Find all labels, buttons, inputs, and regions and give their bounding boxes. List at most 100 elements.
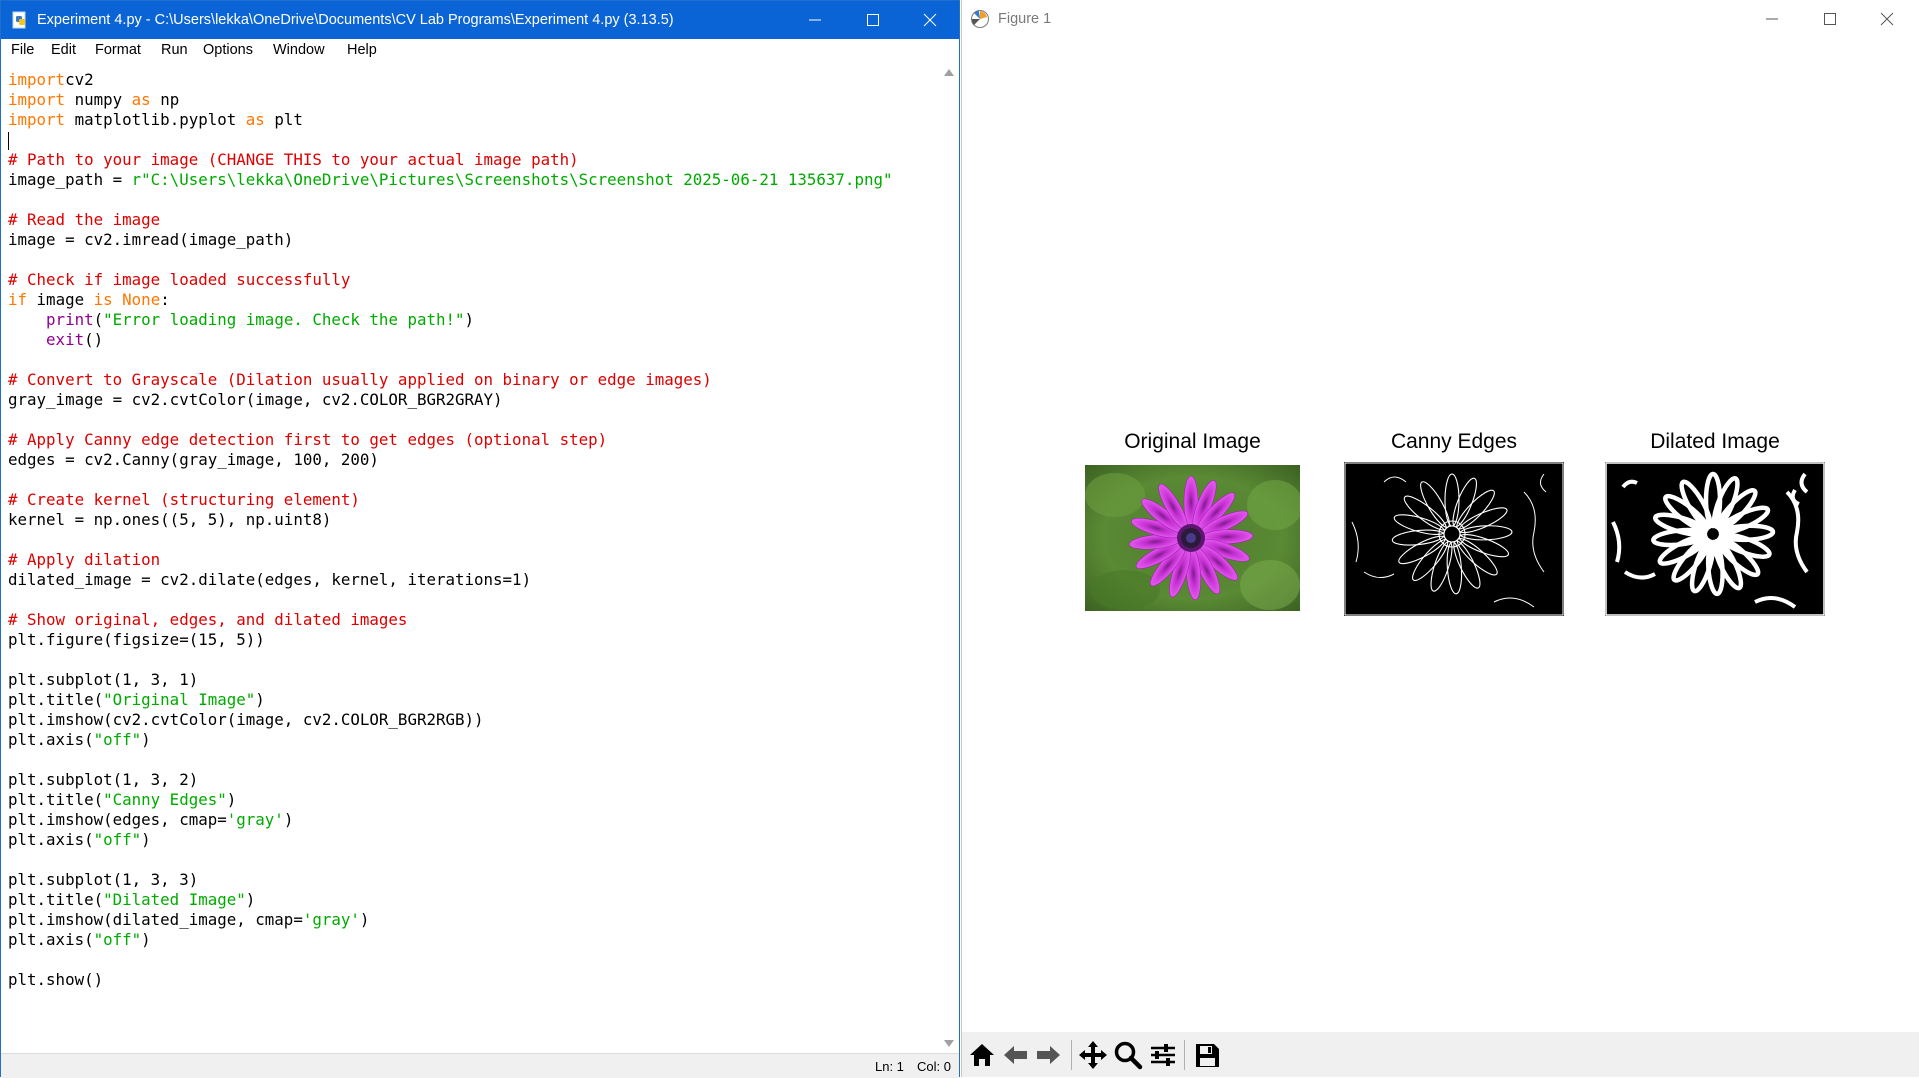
code-line[interactable]: # Check if image loaded successfully bbox=[8, 270, 350, 290]
code-line[interactable]: image = cv2.imread(image_path) bbox=[8, 230, 293, 250]
close-button[interactable] bbox=[901, 1, 959, 39]
matplotlib-logo-icon bbox=[971, 10, 989, 28]
scroll-down-arrow-icon[interactable] bbox=[944, 1040, 954, 1047]
code-token: None bbox=[122, 290, 161, 309]
code-line[interactable]: import matplotlib.pyplot as plt bbox=[8, 110, 303, 130]
menu-help[interactable]: Help bbox=[347, 42, 377, 58]
figure-canvas[interactable]: Original Image Canny Edges Dilated Image bbox=[962, 38, 1919, 1032]
code-line[interactable]: plt.axis("off") bbox=[8, 930, 151, 950]
menu-format[interactable]: Format bbox=[95, 42, 141, 58]
code-token: if bbox=[8, 290, 28, 309]
code-line[interactable]: edges = cv2.Canny(gray_image, 100, 200) bbox=[8, 450, 379, 470]
code-line[interactable]: plt.show() bbox=[8, 970, 103, 990]
code-token: print bbox=[46, 310, 94, 329]
code-token: plt.figure(figsize=(15, 5)) bbox=[8, 630, 265, 649]
code-line[interactable]: # Show original, edges, and dilated imag… bbox=[8, 610, 407, 630]
code-line[interactable]: image_path = r"C:\Users\lekka\OneDrive\P… bbox=[8, 170, 892, 190]
code-token: plt.show() bbox=[8, 970, 104, 989]
code-line[interactable]: kernel = np.ones((5, 5), np.uint8) bbox=[8, 510, 331, 530]
code-token: is bbox=[93, 290, 113, 309]
save-figure-button[interactable] bbox=[1191, 1039, 1223, 1071]
menu-options[interactable]: Options bbox=[203, 42, 253, 58]
code-line[interactable]: print("Error loading image. Check the pa… bbox=[8, 310, 474, 330]
code-token: ) bbox=[359, 910, 370, 929]
home-button[interactable] bbox=[966, 1039, 998, 1071]
subplot-title-dilated: Dilated Image bbox=[1650, 430, 1780, 453]
back-button[interactable] bbox=[1000, 1039, 1032, 1071]
code-line[interactable]: plt.axis("off") bbox=[8, 730, 151, 750]
code-token: # Convert to Grayscale (Dilation usually… bbox=[8, 370, 712, 389]
code-line[interactable]: # Convert to Grayscale (Dilation usually… bbox=[8, 370, 712, 390]
line-indicator: Ln: 1 bbox=[875, 1059, 904, 1074]
code-line[interactable]: plt.title("Canny Edges") bbox=[8, 790, 236, 810]
idle-titlebar[interactable]: Experiment 4.py - C:\Users\lekka\OneDriv… bbox=[1, 1, 959, 39]
code-token: image_path = bbox=[8, 170, 132, 189]
code-token: "Error loading image. Check the path!" bbox=[103, 310, 465, 329]
pan-button[interactable] bbox=[1077, 1039, 1109, 1071]
figure-close-button[interactable] bbox=[1858, 0, 1916, 38]
code-line[interactable]: importcv2 bbox=[8, 70, 94, 90]
configure-subplots-icon bbox=[1151, 1044, 1175, 1066]
code-line[interactable]: plt.imshow(cv2.cvtColor(image, cv2.COLOR… bbox=[8, 710, 484, 730]
figure-maximize-button[interactable] bbox=[1801, 0, 1859, 38]
code-line[interactable]: plt.subplot(1, 3, 1) bbox=[8, 670, 198, 690]
code-line[interactable]: # Apply Canny edge detection first to ge… bbox=[8, 430, 607, 450]
code-line[interactable]: plt.axis("off") bbox=[8, 830, 151, 850]
status-bar: Ln: 1 Col: 0 bbox=[1, 1053, 959, 1078]
code-token: image bbox=[27, 290, 94, 309]
maximize-button[interactable] bbox=[844, 1, 902, 39]
code-token: edges = cv2.Canny(gray_image, 100, 200) bbox=[8, 450, 379, 469]
code-line[interactable]: # Path to your image (CHANGE THIS to you… bbox=[8, 150, 579, 170]
code-token: plt.imshow(edges, cmap= bbox=[8, 810, 227, 829]
code-line[interactable]: # Create kernel (structuring element) bbox=[8, 490, 360, 510]
home-icon bbox=[970, 1044, 994, 1066]
code-token: # Show original, edges, and dilated imag… bbox=[8, 610, 408, 629]
save-icon bbox=[1196, 1044, 1219, 1067]
code-line[interactable]: dilated_image = cv2.dilate(edges, kernel… bbox=[8, 570, 531, 590]
code-token: ) bbox=[141, 930, 151, 949]
code-token: plt.subplot(1, 3, 2) bbox=[8, 770, 199, 789]
code-editor[interactable]: importcv2 import numpy as np import matplo… bbox=[1, 63, 938, 1053]
configure-subplots-button[interactable] bbox=[1147, 1039, 1179, 1071]
code-token: # Apply dilation bbox=[8, 550, 161, 569]
code-line[interactable]: exit() bbox=[8, 330, 103, 350]
code-line[interactable]: # Apply dilation bbox=[8, 550, 160, 570]
code-token: plt.title( bbox=[8, 790, 104, 809]
zoom-button[interactable] bbox=[1112, 1039, 1144, 1071]
forward-icon bbox=[1037, 1046, 1060, 1064]
canny-edges-image bbox=[1344, 462, 1564, 616]
scroll-up-arrow-icon[interactable] bbox=[944, 69, 954, 76]
python-file-icon bbox=[12, 11, 26, 29]
code-token: # Read the image bbox=[8, 210, 161, 229]
menu-file[interactable]: File bbox=[11, 42, 34, 58]
code-line[interactable]: plt.imshow(edges, cmap='gray') bbox=[8, 810, 293, 830]
code-line[interactable]: plt.figure(figsize=(15, 5)) bbox=[8, 630, 265, 650]
minimize-button[interactable] bbox=[786, 1, 844, 39]
code-line[interactable]: if image is None: bbox=[8, 290, 170, 310]
code-line[interactable]: plt.title("Original Image") bbox=[8, 690, 265, 710]
code-token: ) bbox=[255, 690, 265, 709]
column-indicator: Col: 0 bbox=[917, 1059, 951, 1074]
code-line[interactable]: import numpy as np bbox=[8, 90, 179, 110]
menu-run[interactable]: Run bbox=[161, 42, 188, 58]
menu-window[interactable]: Window bbox=[273, 42, 325, 58]
code-line[interactable]: # Read the image bbox=[8, 210, 160, 230]
code-token: as bbox=[131, 90, 151, 109]
menu-edit[interactable]: Edit bbox=[51, 42, 76, 58]
vertical-scrollbar[interactable] bbox=[939, 63, 959, 1053]
code-token: exit bbox=[46, 330, 85, 349]
code-line[interactable]: plt.imshow(dilated_image, cmap='gray') bbox=[8, 910, 369, 930]
code-token: : bbox=[160, 290, 170, 309]
code-line[interactable]: plt.subplot(1, 3, 2) bbox=[8, 770, 198, 790]
code-token: "Dilated Image" bbox=[103, 890, 246, 909]
forward-button[interactable] bbox=[1032, 1039, 1064, 1071]
code-line[interactable]: plt.title("Dilated Image") bbox=[8, 890, 255, 910]
code-token: # Path to your image (CHANGE THIS to you… bbox=[8, 150, 579, 169]
code-token: "Canny Edges" bbox=[103, 790, 227, 809]
figure-titlebar[interactable]: Figure 1 bbox=[962, 0, 1919, 38]
figure-minimize-button[interactable] bbox=[1743, 0, 1801, 38]
code-line[interactable]: gray_image = cv2.cvtColor(image, cv2.COL… bbox=[8, 390, 503, 410]
code-token: plt bbox=[264, 110, 303, 129]
minimize-icon bbox=[1766, 18, 1778, 20]
code-line[interactable]: plt.subplot(1, 3, 3) bbox=[8, 870, 198, 890]
